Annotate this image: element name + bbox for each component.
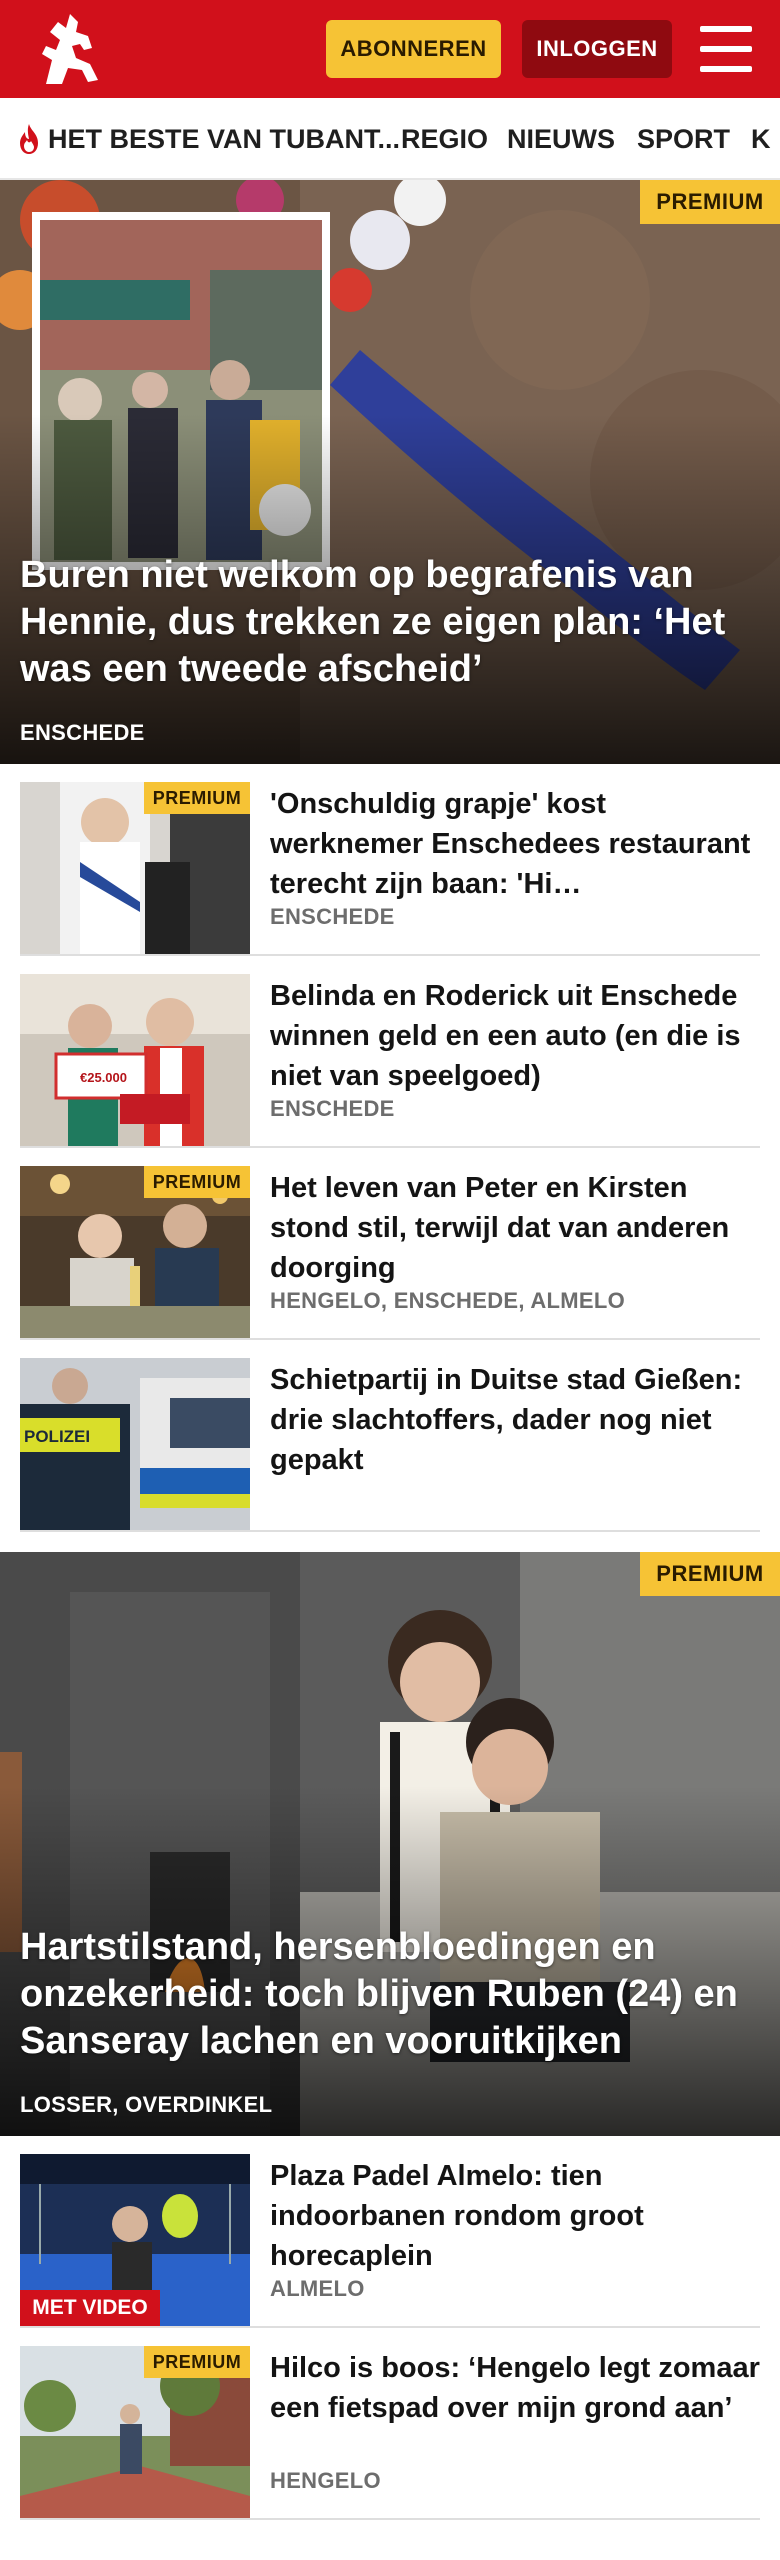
tubantia-horse-icon[interactable]	[32, 10, 106, 88]
nav-label: HET BESTE VAN TUBANT...	[48, 123, 401, 154]
login-button[interactable]: INLOGGEN	[522, 20, 672, 78]
hero-location: ENSCHEDE	[20, 720, 145, 745]
premium-badge: PREMIUM	[144, 2346, 250, 2378]
top-header: ABONNEREN INLOGGEN	[0, 0, 780, 98]
vest-text: POLIZEI	[24, 1427, 90, 1446]
list-item[interactable]: PREMIUM Het leven van Peter en Kirsten s…	[20, 1148, 760, 1340]
section-nav: HET BESTE VAN TUBANT... REGIO NIEUWS SPO…	[0, 98, 780, 180]
article-location: ENSCHEDE	[270, 1096, 395, 1121]
premium-badge: PREMIUM	[640, 1552, 780, 1596]
article-thumbnail: POLIZEI	[20, 1358, 250, 1530]
list-item[interactable]: PREMIUM 'Onschuldig grapje' kost werknem…	[20, 764, 760, 956]
article-thumbnail: PREMIUM	[20, 2346, 250, 2518]
hero-article[interactable]: PREMIUM Buren niet welkom op begrafenis …	[0, 180, 780, 764]
article-location: HENGELO	[270, 2468, 381, 2493]
nav-item-best-of[interactable]: HET BESTE VAN TUBANT...	[16, 98, 401, 178]
hero-title[interactable]: Buren niet welkom op begrafenis van Henn…	[20, 552, 750, 693]
list-item[interactable]: PREMIUM Hilco is boos: ‘Hengelo legt zom…	[20, 2328, 760, 2520]
list-item[interactable]: POLIZEI Schietpartij in Duitse stad Gieß…	[20, 1340, 760, 1532]
article-thumbnail: PREMIUM	[20, 1166, 250, 1338]
article-thumbnail: €25.000	[20, 974, 250, 1146]
nav-item-overflow[interactable]: K	[751, 98, 771, 178]
flame-icon	[20, 124, 38, 154]
nav-item-nieuws[interactable]: NIEUWS	[507, 98, 615, 178]
article-title[interactable]: Plaza Padel Almelo: tien indoorbanen ron…	[270, 2156, 760, 2276]
article-location: ENSCHEDE	[270, 904, 395, 929]
article-title[interactable]: Schietpartij in Duitse stad Gießen: drie…	[270, 1360, 760, 1480]
list-item[interactable]: MET VIDEO Plaza Padel Almelo: tien indoo…	[20, 2136, 760, 2328]
article-thumbnail: PREMIUM	[20, 782, 250, 954]
list-item[interactable]: €25.000 Belinda en Roderick uit Enschede…	[20, 956, 760, 1148]
article-location: HENGELO, ENSCHEDE, ALMELO	[270, 1288, 626, 1313]
article-title[interactable]: Het leven van Peter en Kirsten stond sti…	[270, 1168, 760, 1288]
check-amount: €25.000	[80, 1070, 127, 1085]
premium-badge: PREMIUM	[640, 180, 780, 224]
nav-item-regio[interactable]: REGIO	[401, 98, 488, 178]
article-thumbnail: MET VIDEO	[20, 2154, 250, 2326]
hero-title[interactable]: Hartstilstand, hersenbloedingen en onzek…	[20, 1924, 750, 2065]
subscribe-button[interactable]: ABONNEREN	[326, 20, 501, 78]
article-title[interactable]: Belinda en Roderick uit Enschede winnen …	[270, 976, 760, 1096]
article-title[interactable]: 'Onschuldig grapje' kost werknemer Ensch…	[270, 784, 760, 904]
video-badge: MET VIDEO	[20, 2290, 160, 2326]
hero-article[interactable]: PREMIUM Hartstilstand, hersenbloedingen …	[0, 1552, 780, 2136]
hamburger-menu-icon[interactable]	[700, 26, 752, 72]
premium-badge: PREMIUM	[144, 782, 250, 814]
article-location: ALMELO	[270, 2276, 365, 2301]
premium-badge: PREMIUM	[144, 1166, 250, 1198]
article-title[interactable]: Hilco is boos: ‘Hengelo legt zomaar een …	[270, 2348, 760, 2428]
nav-item-sport[interactable]: SPORT	[637, 98, 730, 178]
hero-location: LOSSER, OVERDINKEL	[20, 2092, 273, 2117]
